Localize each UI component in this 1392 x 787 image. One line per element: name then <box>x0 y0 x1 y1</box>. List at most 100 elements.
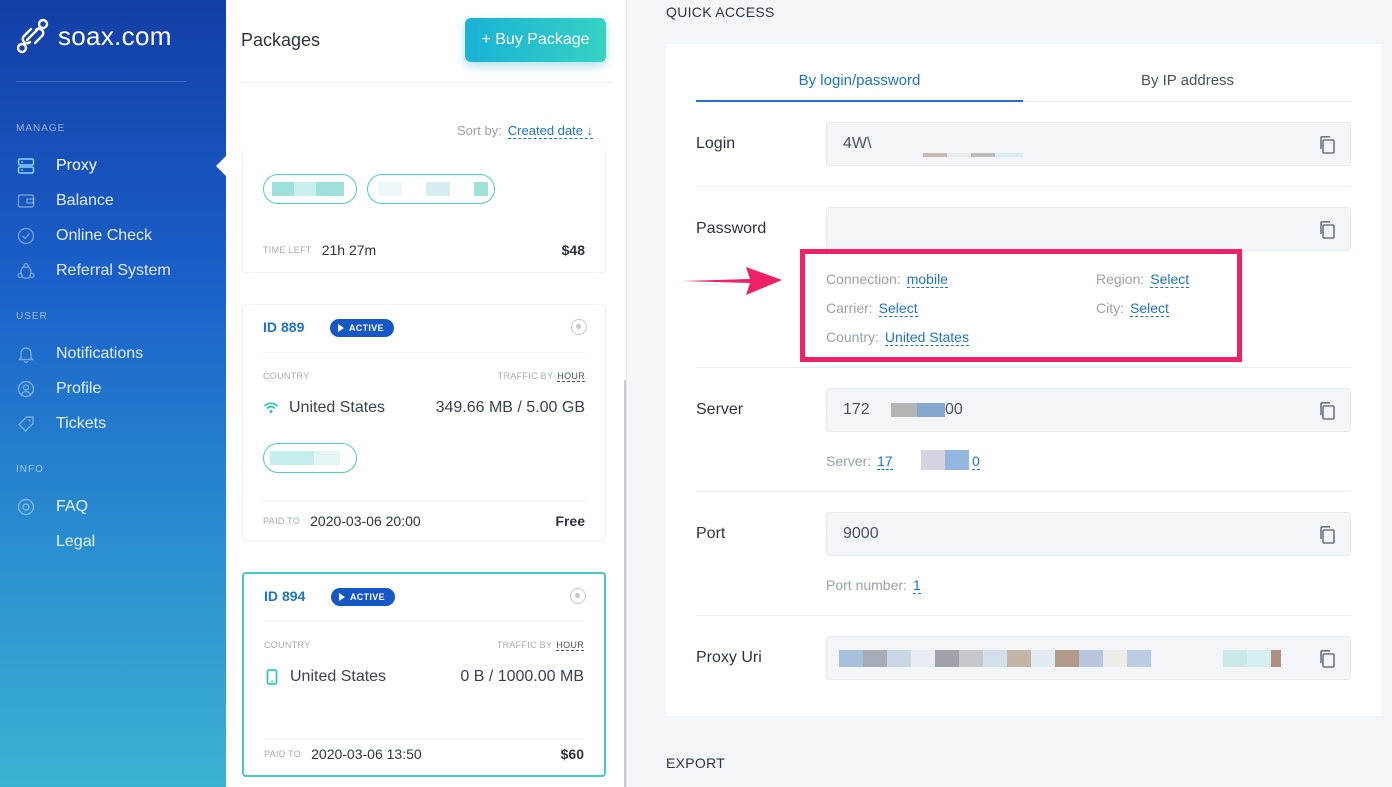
copy-icon[interactable] <box>1318 649 1336 669</box>
connection-select[interactable]: mobile <box>906 271 948 288</box>
redacted-block <box>839 650 863 667</box>
country-filter: Country: United States <box>826 329 969 346</box>
redacted-block <box>945 450 969 470</box>
price: $48 <box>561 242 585 258</box>
redacted-block <box>983 650 1007 667</box>
redacted-block <box>947 153 971 157</box>
quick-access-title: QUICK ACCESS <box>666 4 775 20</box>
city-select[interactable]: Select <box>1130 300 1169 317</box>
quick-access-panel: By login/password By IP address Login 4W… <box>666 44 1381 716</box>
sidebar-item-label: Online Check <box>56 227 153 244</box>
packages-title: Packages <box>241 30 321 50</box>
region-select[interactable]: Select <box>1150 271 1190 288</box>
sidebar-item-label: Referral System <box>56 262 171 279</box>
package-id-value: 889 <box>281 319 305 335</box>
scrollbar[interactable] <box>624 380 626 787</box>
time-left-value: 21h 27m <box>321 242 377 258</box>
redacted-block <box>911 650 935 667</box>
server-value-end: 00 <box>945 401 963 418</box>
redacted-block <box>1031 650 1055 667</box>
server-value-start: 172 <box>843 401 870 418</box>
login-field[interactable]: 4W\ <box>826 122 1351 166</box>
traffic-by: TRAFFIC BY HOUR <box>497 371 585 382</box>
region-filter: Region: Select <box>1096 271 1190 288</box>
buy-package-button[interactable]: + Buy Package <box>465 18 606 62</box>
sort-select[interactable]: Created date ↓ <box>507 123 594 139</box>
logo[interactable]: soax.com <box>16 18 172 54</box>
country-select[interactable]: United States <box>884 329 969 346</box>
card-footer: PAID TO 2020-03-06 20:00 Free <box>263 513 585 529</box>
traffic-by: TRAFFIC BY HOUR <box>497 640 584 651</box>
copy-icon[interactable] <box>1318 525 1336 545</box>
wifi-icon <box>263 402 279 414</box>
package-id-value: 894 <box>282 588 306 604</box>
package-card[interactable]: ID 889 ACTIVE COUNTRY TRAFFIC BY HOUR Unit… <box>242 304 606 541</box>
select-radio[interactable] <box>571 319 587 335</box>
redacted-block <box>971 153 995 157</box>
card-footer: PAID TO 2020-03-06 13:50 $60 <box>264 746 584 762</box>
sidebar-item-referral-system[interactable]: Referral System <box>0 256 226 286</box>
sidebar-item-proxy[interactable]: Proxy <box>0 151 226 181</box>
select-radio[interactable] <box>570 588 586 604</box>
package-card[interactable]: TIME LEFT 21h 27m $48 <box>242 148 606 273</box>
redacted-pill <box>367 174 495 204</box>
port-field[interactable]: 9000 <box>826 512 1351 556</box>
sort-label: Sort by: <box>457 123 502 138</box>
check-circle-icon <box>16 226 36 246</box>
traffic-label: TRAFFIC BY <box>497 371 554 381</box>
traffic-unit-select[interactable]: HOUR <box>556 640 584 651</box>
redacted-block <box>378 182 402 196</box>
sidebar-item-legal[interactable]: Legal <box>0 527 226 557</box>
port-sub-label: Port number: <box>826 577 907 593</box>
server-select-end[interactable]: 0 <box>972 453 980 470</box>
tab-login-password[interactable]: By login/password <box>696 64 1023 102</box>
sidebar-item-label: Notifications <box>56 345 144 362</box>
price: $60 <box>560 746 584 762</box>
copy-icon[interactable] <box>1318 220 1336 240</box>
proxy-uri-field[interactable] <box>826 636 1351 680</box>
lifebuoy-icon <box>16 497 36 517</box>
copy-icon[interactable] <box>1318 135 1336 155</box>
connection-label: Connection: <box>826 271 901 287</box>
tag-icon <box>16 414 36 434</box>
sidebar-item-online-check[interactable]: Online Check <box>0 221 226 251</box>
copy-icon[interactable] <box>1318 401 1336 421</box>
package-id: ID 889 <box>263 319 304 335</box>
traffic-unit-select[interactable]: HOUR <box>557 371 585 382</box>
play-icon <box>338 324 344 332</box>
redacted-block <box>294 182 316 196</box>
sidebar-item-faq[interactable]: FAQ <box>0 492 226 522</box>
redacted-block <box>1055 650 1079 667</box>
server-sub: Server: 17 <box>826 453 893 470</box>
login-label: Login <box>696 135 736 152</box>
city-label: City: <box>1096 300 1124 316</box>
divider <box>696 491 1351 492</box>
port-number-select[interactable]: 1 <box>912 577 921 594</box>
login-value: 4W\ <box>843 135 872 152</box>
bell-icon <box>16 344 36 364</box>
paid-to-value: 2020-03-06 20:00 <box>310 513 421 529</box>
sidebar-item-tickets[interactable]: Tickets <box>0 409 226 439</box>
port-label: Port <box>696 525 726 542</box>
divider <box>263 500 585 501</box>
redacted-pill <box>263 443 357 473</box>
sidebar-item-profile[interactable]: Profile <box>0 374 226 404</box>
sidebar-item-notifications[interactable]: Notifications <box>0 339 226 369</box>
country-row: United States 0 B / 1000.00 MB <box>264 668 584 686</box>
package-card-selected[interactable]: ID 894 ACTIVE COUNTRY TRAFFIC BY HOUR Unit… <box>242 572 606 777</box>
server-select[interactable]: 17 <box>877 453 893 470</box>
country-label: COUNTRY <box>263 371 310 381</box>
divider <box>696 367 1351 368</box>
status-text: ACTIVE <box>349 323 384 333</box>
server-sub-label: Server: <box>826 453 872 469</box>
tab-ip-address[interactable]: By IP address <box>1024 64 1351 102</box>
redacted-block <box>314 451 340 465</box>
sidebar-item-balance[interactable]: Balance <box>0 186 226 216</box>
password-field[interactable] <box>826 207 1351 251</box>
user-circle-icon <box>16 379 36 399</box>
server-field[interactable]: 172 00 <box>826 388 1351 432</box>
redacted-block <box>1007 650 1031 667</box>
sidebar-item-label: Legal <box>56 533 96 550</box>
redacted-block <box>995 153 1023 157</box>
carrier-select[interactable]: Select <box>878 300 918 317</box>
